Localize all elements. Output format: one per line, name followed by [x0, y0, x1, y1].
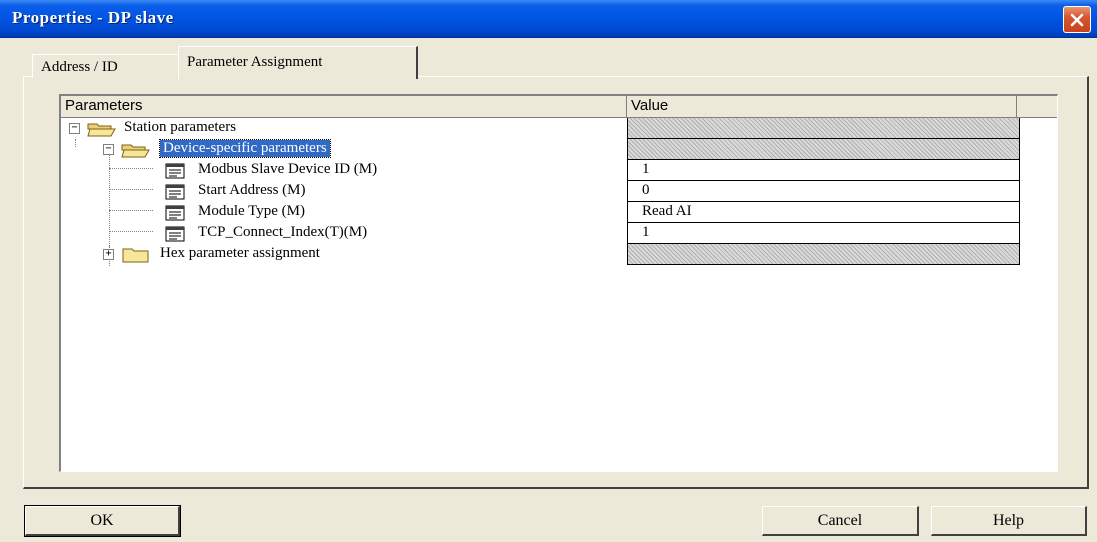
parameter-icon [165, 205, 185, 221]
tab-label: Address / ID [41, 59, 118, 75]
row-label: TCP_Connect_Index(T)(M) [198, 224, 368, 240]
row-label: Station parameters [124, 119, 237, 135]
value-cell[interactable]: Read AI [627, 202, 1020, 223]
row-label: Module Type (M) [198, 203, 305, 219]
collapse-icon[interactable]: − [69, 123, 80, 134]
value-cell[interactable] [627, 244, 1020, 265]
tree-row-modbus-slave-device-id[interactable]: Modbus Slave Device ID (M) 1 [61, 160, 1057, 181]
parameter-icon [165, 163, 185, 179]
folder-closed-icon [122, 248, 149, 263]
tab-label: Parameter Assignment [187, 54, 323, 70]
tree-row-start-address[interactable]: Start Address (M) 0 [61, 181, 1057, 202]
tree-row-device-specific-parameters[interactable]: − Device-specific parameters [61, 139, 1057, 160]
title-bar[interactable]: Properties - DP slave [0, 0, 1097, 38]
value-cell[interactable]: 0 [627, 181, 1020, 202]
value-cell[interactable] [627, 118, 1020, 139]
parameter-icon [165, 184, 185, 200]
value-cell[interactable]: 1 [627, 223, 1020, 244]
row-label: Hex parameter assignment [160, 245, 320, 261]
row-label: Start Address (M) [198, 182, 306, 198]
tree-row-module-type[interactable]: Module Type (M) Read AI [61, 202, 1057, 223]
tree-row-station-parameters[interactable]: − Station parameters [61, 118, 1057, 139]
value-cell[interactable] [627, 139, 1020, 160]
column-header-filler [1017, 96, 1057, 118]
value-cell[interactable]: 1 [627, 160, 1020, 181]
ok-button[interactable]: OK [24, 505, 181, 537]
tree-row-tcp-connect-index[interactable]: TCP_Connect_Index(T)(M) 1 [61, 223, 1057, 244]
parameter-grid[interactable]: Parameters Value − Station parameters − [59, 94, 1058, 472]
close-button[interactable] [1063, 6, 1091, 33]
tab-parameter-assignment[interactable]: Parameter Assignment [178, 46, 418, 79]
folder-open-icon [87, 123, 116, 137]
row-label: Modbus Slave Device ID (M) [198, 161, 378, 177]
folder-open-icon [121, 144, 150, 158]
row-label-selected: Device-specific parameters [159, 139, 331, 158]
help-button[interactable]: Help [931, 506, 1087, 536]
tree-row-hex-parameter-assignment[interactable]: + Hex parameter assignment [61, 244, 1057, 265]
collapse-icon[interactable]: − [103, 144, 114, 155]
column-header-value[interactable]: Value [627, 96, 1017, 118]
close-icon [1070, 13, 1084, 26]
window-title: Properties - DP slave [12, 8, 174, 27]
column-header-parameters[interactable]: Parameters [61, 96, 627, 118]
cancel-button[interactable]: Cancel [762, 506, 919, 536]
tab-address-id[interactable]: Address / ID [32, 54, 182, 78]
parameter-icon [165, 226, 185, 242]
expand-icon[interactable]: + [103, 249, 114, 260]
